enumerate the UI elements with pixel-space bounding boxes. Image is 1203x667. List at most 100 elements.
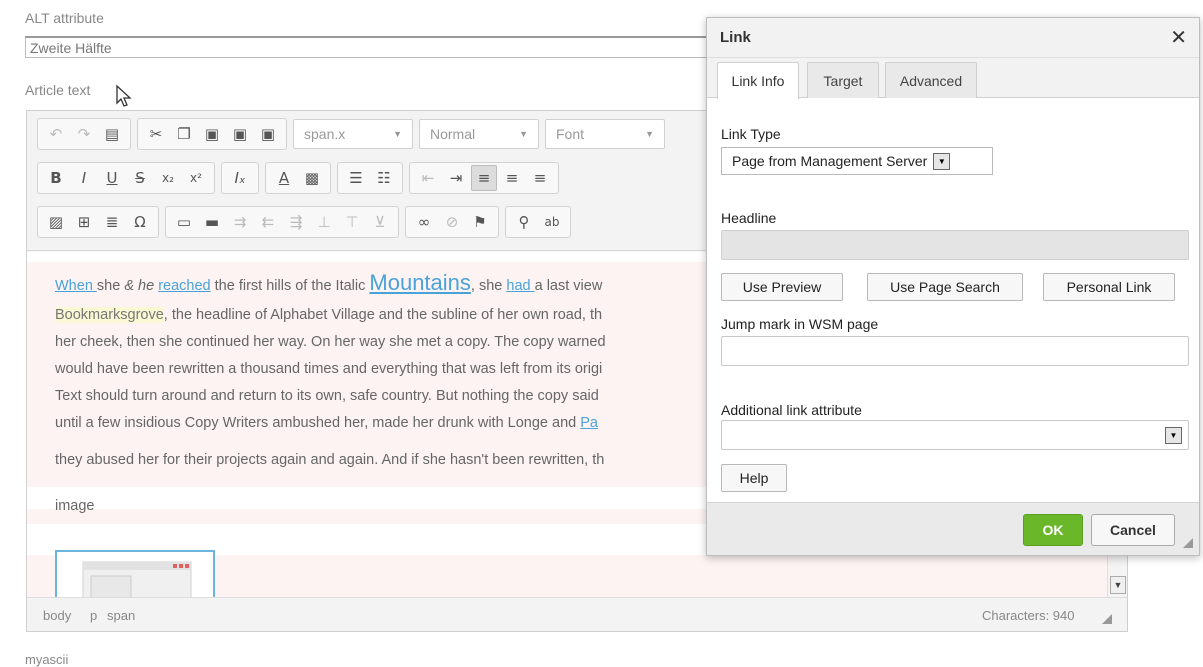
ok-button[interactable]: OK [1023, 514, 1083, 546]
redo-icon[interactable]: ↷ [71, 121, 97, 147]
close-icon[interactable]: ✕ [1170, 25, 1187, 49]
replace-icon[interactable]: ab [539, 209, 565, 235]
strikethrough-icon[interactable]: S [127, 165, 153, 191]
jump-mark-input[interactable] [721, 336, 1189, 366]
chevron-down-icon: ▼ [933, 152, 951, 170]
text-span: until a few insidious Copy Writers ambus… [55, 415, 581, 431]
link-pa[interactable]: Pa [580, 415, 598, 431]
additional-link-attribute-label: Additional link attribute [721, 402, 862, 418]
link-reached[interactable]: reached [158, 278, 210, 294]
headline-label: Headline [721, 210, 777, 226]
path-body[interactable]: body [43, 608, 71, 623]
link-had[interactable]: had [506, 278, 534, 294]
insert-column-before-icon[interactable]: ⇇ [255, 209, 281, 235]
background-color-icon[interactable]: ▩ [299, 165, 325, 191]
tab-link-info[interactable]: Link Info [717, 62, 799, 99]
character-count: Characters: 940 [982, 608, 1075, 623]
use-preview-button[interactable]: Use Preview [721, 273, 843, 301]
path-p[interactable]: p [90, 608, 97, 623]
unlink-icon[interactable]: ⊘ [439, 209, 465, 235]
format-combo[interactable]: Normal ▼ [419, 119, 539, 149]
text-span: a last view [534, 278, 603, 294]
paste-word-icon[interactable]: ▣ [255, 121, 281, 147]
mouse-cursor-icon [116, 84, 132, 107]
dialog-resize-grip-icon[interactable] [1183, 538, 1193, 548]
italic-text: & he [124, 278, 155, 294]
special-char-icon[interactable]: Ω [127, 209, 153, 235]
subscript-icon[interactable]: x₂ [155, 165, 181, 191]
text-span: the first hills of the Italic [210, 278, 370, 294]
article-text-label: Article text [25, 82, 91, 98]
indent-icon[interactable]: ⇥ [443, 165, 469, 191]
italic-icon[interactable]: I [71, 165, 97, 191]
headline-input [721, 230, 1189, 260]
link-mountains[interactable]: Mountains [369, 270, 471, 295]
font-combo[interactable]: Font ▼ [545, 119, 665, 149]
use-page-search-button[interactable]: Use Page Search [867, 273, 1023, 301]
link-icon[interactable]: ∞ [411, 209, 437, 235]
align-left-icon[interactable]: ≡ [471, 165, 497, 191]
dialog-tabs: Link Info Target Advanced [707, 58, 1199, 99]
text-color-icon[interactable]: A [271, 165, 297, 191]
find-icon[interactable]: ⚲ [511, 209, 537, 235]
additional-link-attribute-select[interactable]: ▼ [721, 420, 1189, 450]
dialog-footer: OK Cancel [707, 502, 1199, 555]
align-center-icon[interactable]: ≡ [499, 165, 525, 191]
text-span: , she [470, 278, 507, 294]
paragraph-line: Bookmarksgrove, the headline of Alphabet… [55, 307, 602, 323]
paste-icon[interactable]: ▣ [199, 121, 225, 147]
tab-target[interactable]: Target [807, 62, 879, 98]
help-button[interactable]: Help [721, 464, 787, 492]
insert-column-icon[interactable]: ⇉ [227, 209, 253, 235]
cancel-button[interactable]: Cancel [1091, 514, 1175, 546]
chevron-down-icon: ▼ [1165, 427, 1182, 444]
bold-icon[interactable]: B [43, 165, 69, 191]
underline-icon[interactable]: U [99, 165, 125, 191]
link-type-label: Link Type [721, 126, 781, 142]
image-icon[interactable]: ▨ [43, 209, 69, 235]
personal-link-button[interactable]: Personal Link [1043, 273, 1175, 301]
alt-attribute-label: ALT attribute [25, 10, 104, 26]
highlighted-text: Bookmarksgrove [55, 307, 164, 323]
format-combo-value: Normal [430, 126, 476, 142]
table-icon[interactable]: ⊞ [71, 209, 97, 235]
copy-icon[interactable]: ❐ [171, 121, 197, 147]
next-field-label: myascii [25, 652, 69, 667]
link-when[interactable]: When [55, 278, 97, 294]
delete-column-icon[interactable]: ⇶ [283, 209, 309, 235]
chevron-down-icon: ▼ [645, 129, 654, 139]
path-span[interactable]: span [107, 608, 135, 623]
image-caption: image [55, 498, 95, 514]
alt-attribute-input[interactable]: Zweite Hälfte [25, 36, 715, 58]
numbered-list-icon[interactable]: ☰ [343, 165, 369, 191]
superscript-icon[interactable]: x² [183, 165, 209, 191]
scroll-down-arrow-icon[interactable]: ▼ [1110, 576, 1126, 594]
paragraph-line: they abused her for their projects again… [55, 452, 605, 468]
cut-icon[interactable]: ✂ [143, 121, 169, 147]
align-right-icon[interactable]: ≡ [527, 165, 553, 191]
link-type-select[interactable]: Page from Management Server ▼ [721, 147, 993, 175]
insert-row-icon[interactable]: ⊥ [311, 209, 337, 235]
image-thumbnail[interactable] [55, 550, 215, 597]
resize-grip-icon[interactable] [1102, 614, 1112, 624]
link-type-value: Page from Management Server [732, 153, 928, 169]
div-container-icon[interactable]: ▭ [171, 209, 197, 235]
anchor-flag-icon[interactable]: ⚑ [467, 209, 493, 235]
paste-text-icon[interactable]: ▣ [227, 121, 253, 147]
styles-combo[interactable]: span.x ▼ [293, 119, 413, 149]
link-dialog: Link ✕ Link Info Target Advanced Link Ty… [706, 17, 1200, 556]
remove-format-icon[interactable]: Iₓ [227, 165, 253, 191]
table-row-icon[interactable]: ▬ [199, 209, 225, 235]
bulleted-list-icon[interactable]: ☷ [371, 165, 397, 191]
undo-icon[interactable]: ↶ [43, 121, 69, 147]
outdent-icon[interactable]: ⇤ [415, 165, 441, 191]
tab-advanced[interactable]: Advanced [885, 62, 977, 98]
chevron-down-icon: ▼ [393, 129, 402, 139]
source-icon[interactable]: ▤ [99, 121, 125, 147]
delete-row-icon[interactable]: ⊻ [367, 209, 393, 235]
styles-combo-value: span.x [304, 126, 346, 142]
insert-row-before-icon[interactable]: ⊤ [339, 209, 365, 235]
text-span: , the headline of Alphabet Village and t… [163, 307, 603, 323]
paragraph-line: Text should turn around and return to it… [55, 388, 599, 404]
horizontal-line-icon[interactable]: ≣ [99, 209, 125, 235]
